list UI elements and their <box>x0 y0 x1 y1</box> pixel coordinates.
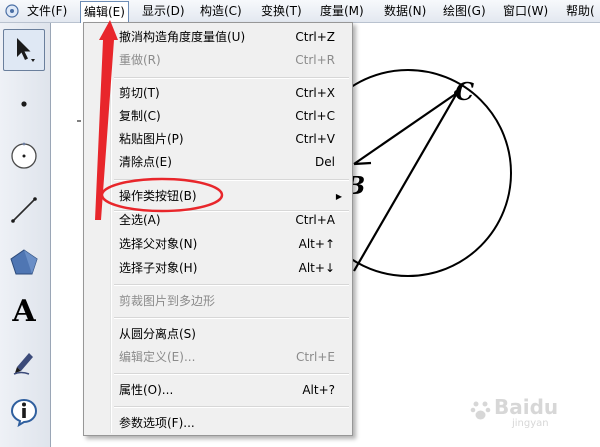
polygon-tool[interactable] <box>3 241 45 283</box>
menu-separator <box>114 406 349 408</box>
menu-item-preferences[interactable]: 参数选项(F)... <box>86 412 350 435</box>
menu-item-properties[interactable]: 属性(O)... Alt+? <box>86 379 350 402</box>
menu-item-redo[interactable]: 重做(R) Ctrl+R <box>86 49 350 72</box>
point-icon <box>21 101 27 107</box>
polygon-icon <box>10 249 38 275</box>
menu-separator <box>114 317 349 319</box>
segment-bc <box>353 92 458 165</box>
menu-graph[interactable]: 绘图(G) <box>440 0 489 22</box>
menu-help[interactable]: 帮助( <box>563 0 598 22</box>
menu-separator <box>114 284 349 286</box>
menu-separator <box>114 179 349 181</box>
menu-item-copy[interactable]: 复制(C) Ctrl+C <box>86 105 350 128</box>
app-icon <box>5 4 19 18</box>
menu-separator <box>114 77 349 79</box>
information-tool[interactable] <box>3 391 45 433</box>
straightedge-line-tool[interactable] <box>3 189 45 231</box>
edit-menu-dropdown: 撤消构造角度度量值(U) Ctrl+Z 重做(R) Ctrl+R 剪切(T) C… <box>83 22 353 436</box>
menu-measure[interactable]: 度量(M) <box>317 0 367 22</box>
menu-item-paste-picture[interactable]: 粘贴图片(P) Ctrl+V <box>86 128 350 151</box>
menu-item-select-all[interactable]: 全选(A) Ctrl+A <box>86 209 350 232</box>
menu-item-cut[interactable]: 剪切(T) Ctrl+X <box>86 82 350 105</box>
menu-file[interactable]: 文件(F) <box>24 0 70 22</box>
submenu-arrow-icon: ▶ <box>335 192 342 201</box>
menu-item-clear-point[interactable]: 清除点(E) Del <box>86 151 350 174</box>
text-a-icon: A <box>12 294 36 329</box>
menu-bar: 文件(F) 编辑(E) 显示(D) 构造(C) 变换(T) 度量(M) 数据(N… <box>0 0 600 23</box>
watermark-brand: Baidu <box>494 395 559 419</box>
paw-logo-icon <box>470 401 491 420</box>
menu-item-edit-definition[interactable]: 编辑定义(E)... Ctrl+E <box>86 346 350 369</box>
line-segment-icon <box>11 197 37 223</box>
text-tool[interactable]: A <box>3 291 45 333</box>
menu-window[interactable]: 窗口(W) <box>500 0 551 22</box>
compass-circle-tool[interactable] <box>3 135 45 177</box>
menu-item-crop-picture-to-polygon[interactable]: 剪裁图片到多边形 <box>86 290 350 313</box>
menu-transform[interactable]: 变换(T) <box>258 0 305 22</box>
circle-icon <box>11 142 37 169</box>
segment-b-right <box>353 161 372 166</box>
point-c-label: C <box>455 77 475 106</box>
menu-display[interactable]: 显示(D) <box>139 0 188 22</box>
arrow-cursor-icon <box>17 38 35 62</box>
arrow-select-tool[interactable] <box>3 29 45 71</box>
marker-pen-icon <box>13 353 33 375</box>
menu-item-split-point-from-circle[interactable]: 从圆分离点(S) <box>86 323 350 346</box>
menu-item-action-buttons[interactable]: 操作类按钮(B) ▶ <box>86 185 350 208</box>
menu-edit[interactable]: 编辑(E) <box>80 1 129 23</box>
watermark-sub: jingyan <box>512 418 549 429</box>
menu-separator <box>114 373 349 375</box>
menu-item-select-parents[interactable]: 选择父对象(N) Alt+↑ <box>86 233 350 256</box>
menu-data[interactable]: 数据(N) <box>381 0 429 22</box>
point-tool[interactable] <box>3 83 45 125</box>
marker-pen-tool[interactable] <box>3 341 45 383</box>
baidu-watermark: Baidu jingyan <box>468 391 594 431</box>
menu-item-undo[interactable]: 撤消构造角度度量值(U) Ctrl+Z <box>86 26 350 49</box>
segment-c-lower <box>353 92 458 272</box>
menu-item-select-children[interactable]: 选择子对象(H) Alt+↓ <box>86 257 350 280</box>
tool-palette: A <box>0 23 51 447</box>
menu-construct[interactable]: 构造(C) <box>197 0 245 22</box>
info-icon <box>10 398 38 427</box>
